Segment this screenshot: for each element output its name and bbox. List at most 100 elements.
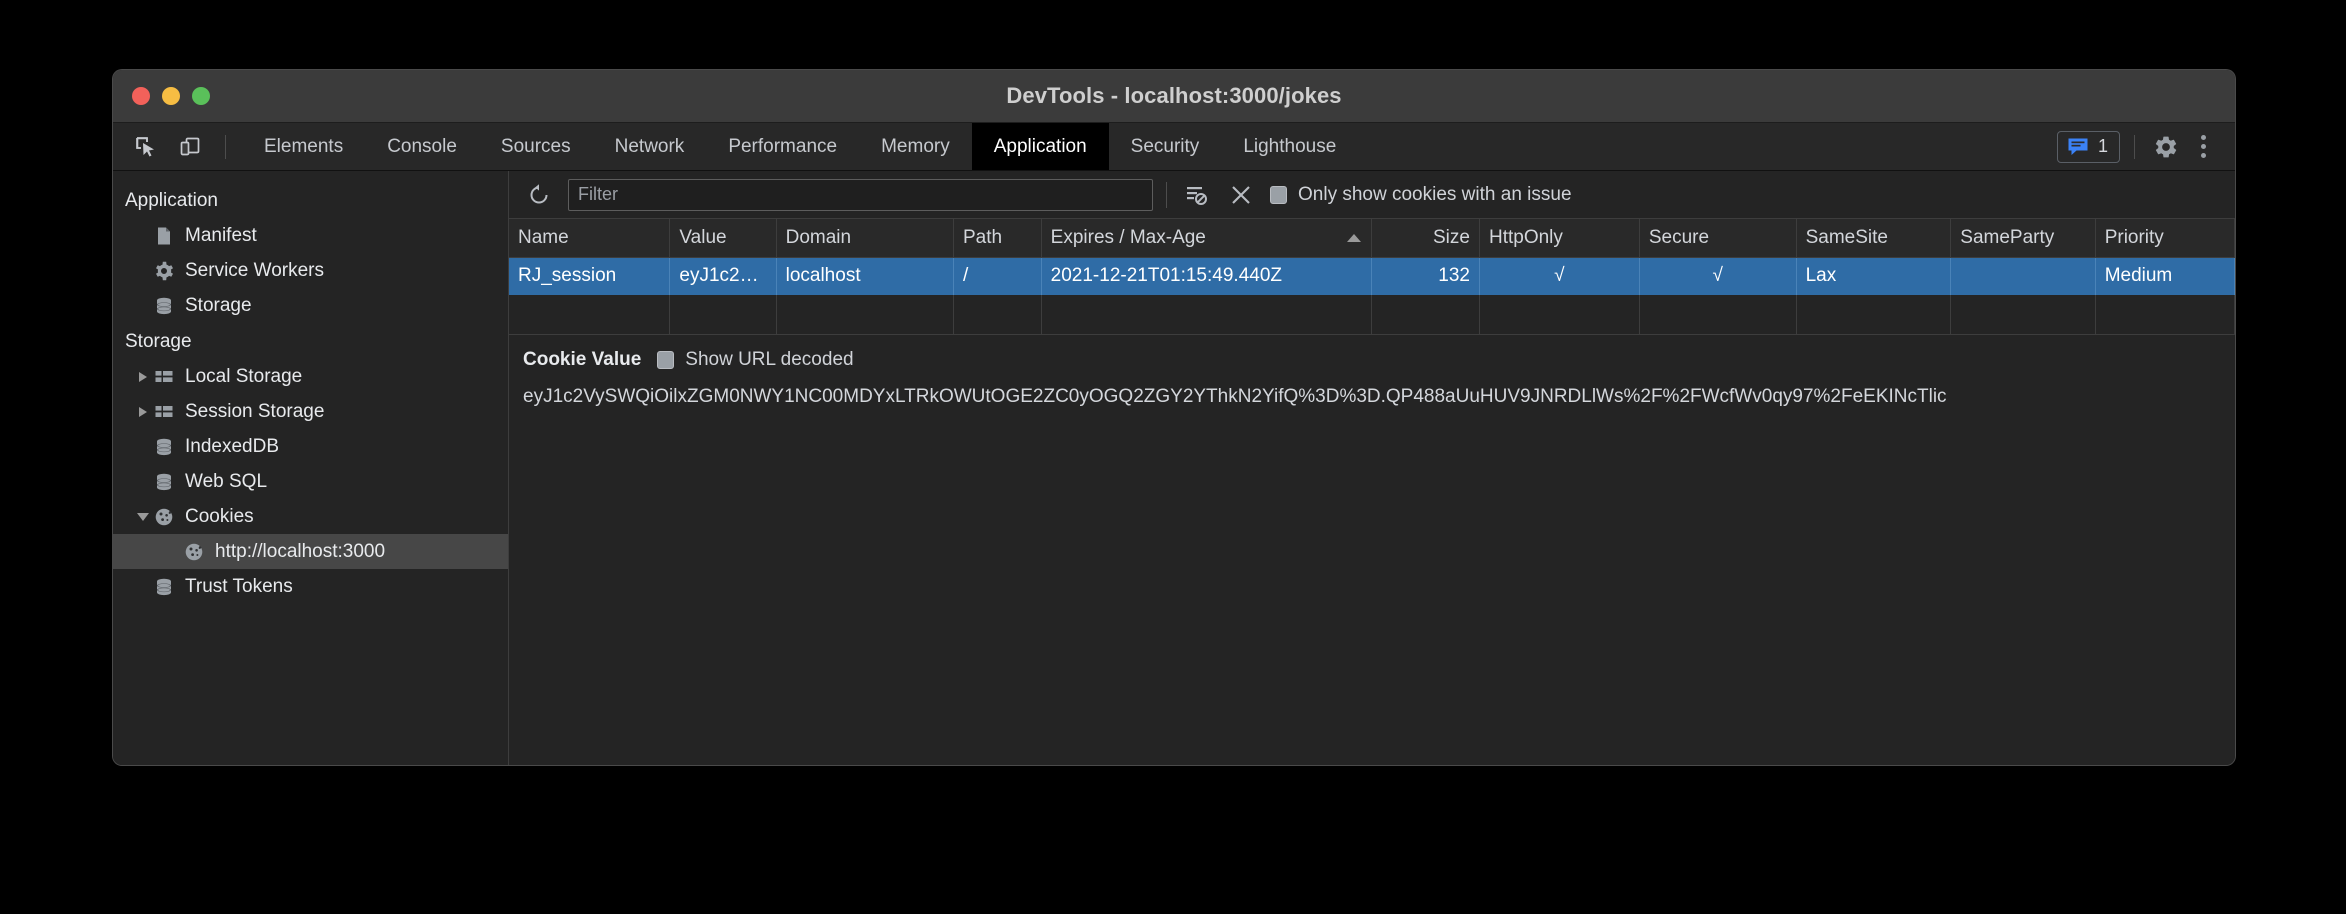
- tab-memory[interactable]: Memory: [859, 123, 972, 170]
- show-url-decoded-label: Show URL decoded: [685, 349, 853, 371]
- cell-empty: [2095, 295, 2234, 334]
- devtools-window: DevTools - localhost:3000/jokes Elements…: [113, 70, 2235, 765]
- column-header-label: SameParty: [1960, 227, 2054, 248]
- sort-ascending-icon: [1347, 234, 1361, 242]
- cell-expires: 2021-12-21T01:15:49.440Z: [1041, 257, 1371, 295]
- minimize-window-button[interactable]: [162, 87, 180, 105]
- refresh-icon[interactable]: [523, 179, 555, 211]
- column-header-domain[interactable]: Domain: [776, 219, 953, 257]
- sidebar-item-manifest[interactable]: Manifest: [113, 218, 508, 253]
- cell-priority: Medium: [2095, 257, 2234, 295]
- column-header-path[interactable]: Path: [954, 219, 1042, 257]
- cell-empty: [509, 295, 670, 334]
- checkbox-box[interactable]: [1270, 186, 1287, 204]
- database-icon: [153, 296, 175, 316]
- application-sidebar: ApplicationManifestService WorkersStorag…: [113, 171, 509, 765]
- chevron-right-icon[interactable]: [133, 407, 153, 417]
- inspect-element-icon[interactable]: [129, 130, 163, 164]
- tab-security[interactable]: Security: [1109, 123, 1222, 170]
- cell-value: eyJ1c2…: [670, 257, 776, 295]
- tab-performance[interactable]: Performance: [706, 123, 859, 170]
- only-issues-checkbox[interactable]: Only show cookies with an issue: [1270, 184, 1572, 206]
- column-header-label: SameSite: [1806, 227, 1888, 248]
- chevron-right-icon[interactable]: [133, 372, 153, 382]
- issues-count: 1: [2098, 136, 2108, 157]
- maximize-window-button[interactable]: [192, 87, 210, 105]
- column-header-expires-max-age[interactable]: Expires / Max-Age: [1041, 219, 1371, 257]
- tab-label: Elements: [264, 136, 343, 158]
- cookie-value-pane: Cookie Value Show URL decoded eyJ1c2VySW…: [509, 335, 2235, 766]
- sidebar-section-storage: Storage: [113, 323, 508, 359]
- database-icon: [153, 437, 175, 457]
- sidebar-item-label: IndexedDB: [185, 436, 279, 458]
- column-header-label: Name: [518, 227, 569, 248]
- only-issues-label: Only show cookies with an issue: [1298, 184, 1572, 206]
- sidebar-item-trust-tokens[interactable]: Trust Tokens: [113, 569, 508, 604]
- table-row[interactable]: RJ_sessioneyJ1c2…localhost/2021-12-21T01…: [509, 257, 2235, 295]
- sidebar-item-storage[interactable]: Storage: [113, 288, 508, 323]
- tab-elements[interactable]: Elements: [242, 123, 365, 170]
- issues-button[interactable]: 1: [2057, 131, 2120, 163]
- tab-console[interactable]: Console: [365, 123, 479, 170]
- sidebar-item-label: http://localhost:3000: [215, 541, 385, 563]
- tab-label: Sources: [501, 136, 571, 158]
- column-header-secure[interactable]: Secure: [1639, 219, 1796, 257]
- tab-sources[interactable]: Sources: [479, 123, 593, 170]
- sidebar-item-local-storage[interactable]: Local Storage: [113, 359, 508, 394]
- sidebar-item-service-workers[interactable]: Service Workers: [113, 253, 508, 288]
- sidebar-item-label: Service Workers: [185, 260, 324, 282]
- clear-all-cookies-icon[interactable]: [1180, 179, 1212, 211]
- column-header-label: Value: [679, 227, 726, 248]
- column-header-size[interactable]: Size: [1371, 219, 1479, 257]
- database-icon: [153, 472, 175, 492]
- sidebar-item-cookies[interactable]: Cookies: [113, 499, 508, 534]
- cell-empty: [1479, 295, 1639, 334]
- column-header-httponly[interactable]: HttpOnly: [1479, 219, 1639, 257]
- sidebar-item-indexeddb[interactable]: IndexedDB: [113, 429, 508, 464]
- cookie-icon: [183, 542, 205, 562]
- cookies-table-wrap: Name Value DomainPathExpires / Max-AgeSize…: [509, 219, 2235, 335]
- column-header-sameparty[interactable]: SameParty: [1951, 219, 2095, 257]
- tabbar-left-icons: [113, 123, 242, 170]
- column-header-samesite[interactable]: SameSite: [1796, 219, 1951, 257]
- sidebar-item-label: Storage: [185, 295, 252, 317]
- tab-application[interactable]: Application: [972, 123, 1109, 170]
- cell-http-only: √: [1479, 257, 1639, 295]
- cookies-toolbar: Only show cookies with an issue: [509, 171, 2235, 219]
- cell-empty: [670, 295, 776, 334]
- cell-same-party: [1951, 257, 2095, 295]
- column-header-label: HttpOnly: [1489, 227, 1563, 248]
- checkbox-box[interactable]: [657, 351, 674, 369]
- column-header-label: Priority: [2105, 227, 2164, 248]
- sidebar-item-label: Trust Tokens: [185, 576, 293, 598]
- sidebar-item-http-localhost-3000[interactable]: http://localhost:3000: [113, 534, 508, 569]
- column-header-name[interactable]: Name: [509, 219, 670, 257]
- tab-label: Lighthouse: [1243, 136, 1336, 158]
- column-header-priority[interactable]: Priority: [2095, 219, 2234, 257]
- column-header-value[interactable]: Value: [670, 219, 776, 257]
- gear-icon[interactable]: [2149, 130, 2183, 164]
- cell-name: RJ_session: [509, 257, 670, 295]
- cookie-icon: [153, 507, 175, 527]
- cell-size: 132: [1371, 257, 1479, 295]
- window-controls: [132, 87, 210, 105]
- tabbar-right-icons: 1: [2057, 123, 2235, 170]
- close-window-button[interactable]: [132, 87, 150, 105]
- chevron-down-icon[interactable]: [133, 513, 153, 521]
- tab-label: Memory: [881, 136, 950, 158]
- cell-same-site: Lax: [1796, 257, 1951, 295]
- sidebar-item-session-storage[interactable]: Session Storage: [113, 394, 508, 429]
- tab-lighthouse[interactable]: Lighthouse: [1221, 123, 1358, 170]
- tabbar-divider: [225, 135, 226, 159]
- tab-network[interactable]: Network: [593, 123, 707, 170]
- show-url-decoded-checkbox[interactable]: Show URL decoded: [657, 349, 853, 371]
- kebab-menu-icon[interactable]: [2189, 130, 2217, 164]
- device-toolbar-icon[interactable]: [173, 130, 207, 164]
- cookie-value-title: Cookie Value: [523, 349, 641, 371]
- cookies-panel: Only show cookies with an issue Name Valu…: [509, 171, 2235, 765]
- document-icon: [153, 226, 175, 246]
- cell-empty: [1041, 295, 1371, 334]
- delete-x-icon[interactable]: [1225, 179, 1257, 211]
- filter-input[interactable]: [568, 179, 1153, 211]
- sidebar-item-web-sql[interactable]: Web SQL: [113, 464, 508, 499]
